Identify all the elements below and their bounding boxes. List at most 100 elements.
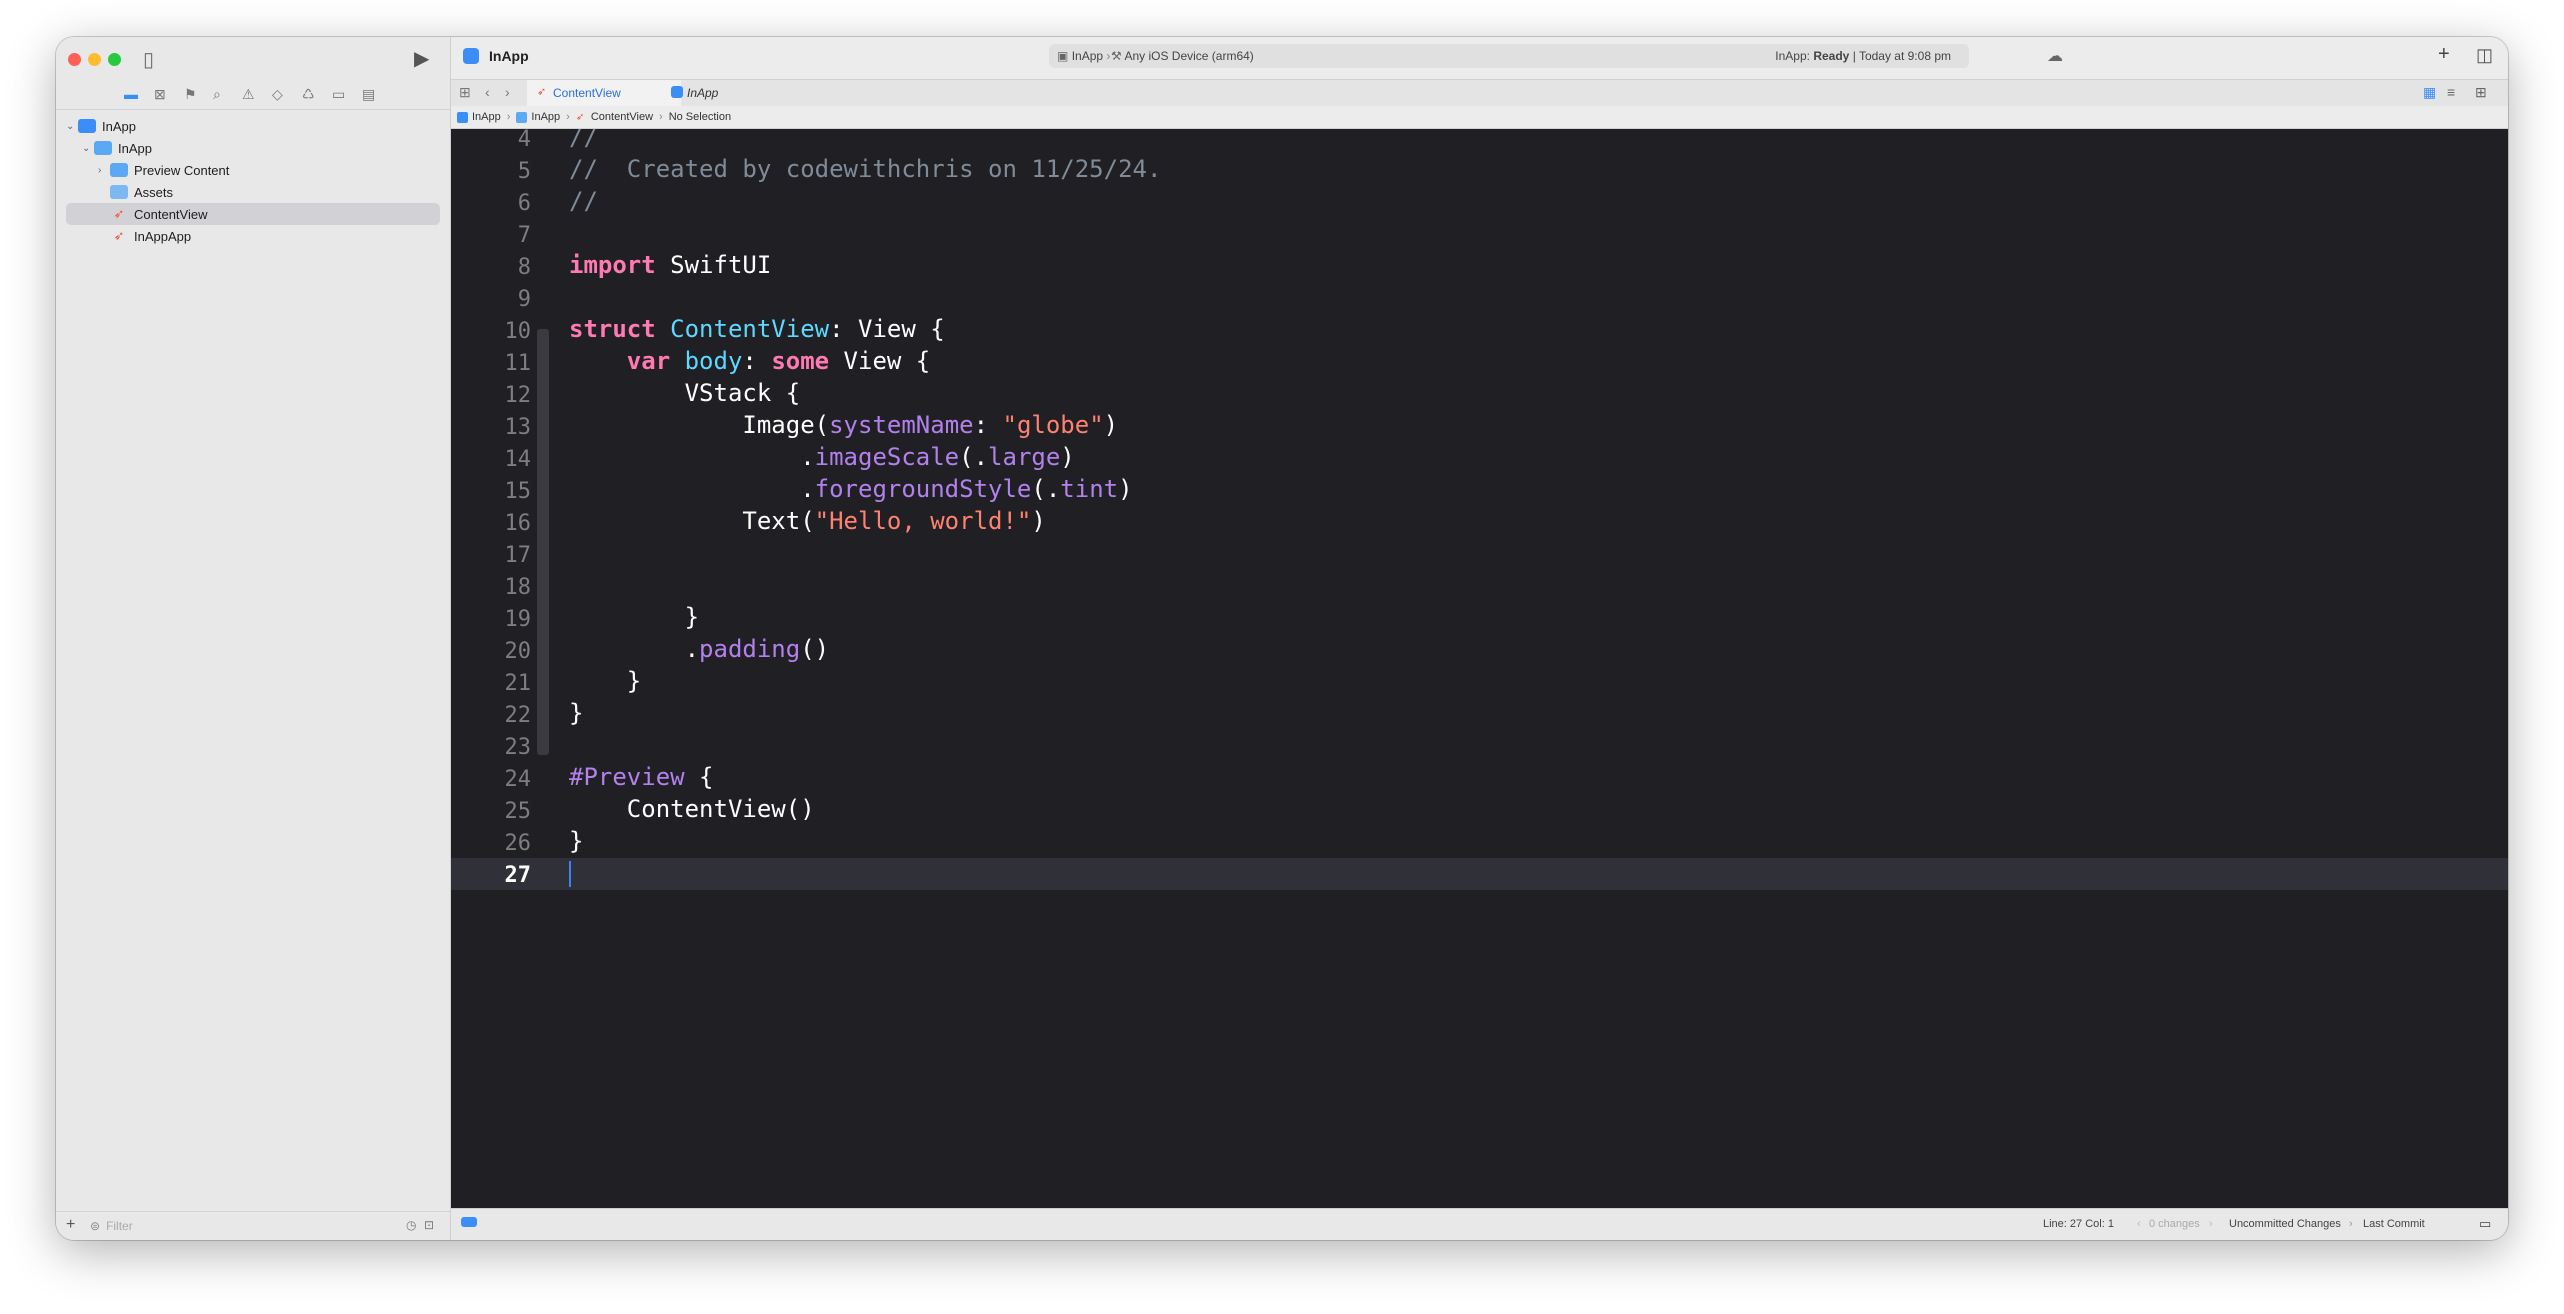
project-icon (457, 111, 468, 123)
code-token: : (973, 411, 1003, 439)
library-plus-icon[interactable]: + (2438, 43, 2450, 66)
app-icon (463, 48, 479, 64)
grid-icon[interactable]: ⊞ (459, 84, 471, 101)
source-control-filter-icon[interactable]: ⊡ (424, 1218, 434, 1232)
breakpoint-navigator-icon[interactable]: ▭ (332, 86, 345, 103)
code-token: // Created by codewithchris on 11/25/24. (569, 155, 1162, 183)
tree-item-inappapp[interactable]: ➶ InAppApp (110, 225, 192, 247)
debug-navigator-icon[interactable]: ♺ (302, 86, 315, 103)
code-token: var (626, 347, 671, 375)
breadcrumb-item[interactable]: No Selection (669, 111, 731, 123)
tree-item-contentview[interactable]: ➶ ContentView (66, 203, 440, 225)
line-number-gutter: 4 5 6 7 8 9 10 11 12 13 14 15 16 17 18 19 20 21 22 23 24 25 26… (451, 129, 532, 1209)
chevron-down-icon[interactable]: ⌄ (82, 143, 94, 154)
line-number: 20 (504, 639, 532, 664)
tree-item-label: InAppApp (134, 228, 192, 244)
code-folding-ribbon[interactable] (537, 329, 549, 755)
editor-options-icon[interactable]: ▦ (2423, 84, 2436, 101)
add-editor-icon[interactable]: ⊞ (2475, 84, 2487, 101)
line-number: 4 (517, 129, 531, 152)
close-window-button[interactable] (68, 53, 81, 66)
add-file-icon[interactable]: + (66, 1216, 75, 1234)
toolbar: InApp ▣ InApp › ⚒ Any iOS Device (arm64)… (451, 37, 2508, 79)
code-token: ) (1031, 507, 1046, 535)
changes-nav-next-icon[interactable]: › (2209, 1218, 2213, 1230)
code-line: var body: some View { (569, 347, 930, 375)
back-arrow-icon[interactable]: ‹ (485, 84, 490, 100)
line-number: 12 (504, 383, 532, 408)
sidebar-toggle-icon[interactable]: ▯ (143, 47, 154, 72)
line-number: 22 (504, 703, 532, 728)
issue-navigator-icon[interactable]: ⚠ (242, 86, 255, 103)
code-token: } (569, 827, 584, 855)
debug-area-toggle-icon[interactable] (461, 1217, 477, 1227)
zoom-window-button[interactable] (108, 53, 121, 66)
filter-options-icon[interactable]: ⊜ (90, 1219, 100, 1233)
tree-item-assets[interactable]: Assets (110, 181, 173, 203)
source-control-navigator-icon[interactable]: ⊠ (154, 86, 166, 103)
line-number: 7 (517, 223, 531, 248)
chevron-right-icon[interactable]: › (98, 165, 110, 176)
code-editor[interactable]: 4 5 6 7 8 9 10 11 12 13 14 15 16 17 18 19 20 21 22 23 24 25 26… (451, 129, 2508, 1209)
lines-icon[interactable]: ≡ (2447, 84, 2455, 100)
find-navigator-icon[interactable]: ⌕ (213, 86, 221, 103)
uncommitted-changes-button[interactable]: Uncommitted Changes (2229, 1218, 2341, 1230)
code-line: } (569, 667, 641, 695)
code-token: ContentView() (569, 795, 815, 823)
swift-file-icon: ➶ (113, 228, 125, 243)
tree-item-label: ContentView (134, 206, 208, 222)
code-token: ) (1118, 475, 1133, 503)
project-navigator-icon[interactable]: ▬ (124, 86, 138, 102)
code-token: Image( (569, 411, 830, 439)
chevron-right-icon: › (566, 111, 570, 123)
code-token: ContentView (670, 315, 830, 343)
code-token: padding (699, 635, 801, 663)
code-line: VStack { (569, 379, 801, 407)
destination-label: Any iOS Device (arm64) (1124, 49, 1254, 63)
line-number: 26 (504, 831, 532, 856)
code-token: Text( (569, 507, 815, 535)
tree-item-project[interactable]: ⌄ InApp (66, 115, 136, 137)
destination-selector[interactable]: ⚒ Any iOS Device (arm64) (1111, 49, 1254, 63)
chevron-right-icon: › (659, 111, 663, 123)
cursor-position: Line: 27 Col: 1 (2043, 1218, 2114, 1230)
cloud-status-icon[interactable]: ☁ (2047, 46, 2063, 66)
test-navigator-icon[interactable]: ◇ (272, 86, 283, 103)
code-token: ) (1060, 443, 1075, 471)
line-number: 23 (504, 735, 532, 760)
code-line: } (569, 699, 583, 727)
tab-inapp[interactable]: InApp (661, 80, 777, 106)
changes-nav-prev-icon[interactable]: ‹ (2137, 1218, 2141, 1230)
inspector-toggle-icon[interactable]: ◫ (2476, 45, 2493, 66)
tree-item-group[interactable]: ⌄ InApp (82, 137, 152, 159)
tree-item-label: Assets (134, 184, 174, 200)
minimize-window-button[interactable] (88, 53, 101, 66)
tree-item-preview-content[interactable]: › Preview Content (98, 159, 229, 181)
last-commit-button[interactable]: Last Commit (2363, 1218, 2425, 1230)
run-icon[interactable]: ▶ (414, 46, 429, 71)
chevron-down-icon[interactable]: ⌄ (66, 121, 78, 132)
scheme-and-status-bar[interactable]: ▣ InApp › ⚒ Any iOS Device (arm64) InApp… (1049, 44, 1969, 68)
report-navigator-icon[interactable]: ▤ (362, 86, 375, 103)
code-token: "globe" (1002, 411, 1104, 439)
forward-arrow-icon[interactable]: › (505, 84, 510, 100)
line-number: 24 (504, 767, 532, 792)
breadcrumb-item[interactable]: InApp › (457, 111, 510, 123)
bookmark-navigator-icon[interactable]: ⚑ (184, 86, 197, 103)
breadcrumb-item[interactable]: ➶ ContentView › (576, 111, 663, 123)
tab-label: InApp (687, 86, 719, 100)
code-token: } (569, 699, 584, 727)
code-token: tint (1060, 475, 1119, 503)
code-line: #Preview { (569, 763, 714, 791)
code-line: struct ContentView: View { (569, 315, 945, 343)
code-line: .foregroundStyle(.tint) (569, 475, 1133, 503)
recent-files-icon[interactable]: ◷ (406, 1218, 416, 1232)
filter-input[interactable]: ⊜ Filter (90, 1217, 390, 1234)
tab-contentview[interactable]: ➶ ContentView (527, 80, 681, 106)
layout-toggle-icon[interactable]: ▭ (2479, 1216, 2491, 1232)
editor-tab-bar: ⊞ ‹ › ➶ ContentView InApp ▦ ≡ ⊞ (451, 79, 2508, 107)
code-line: .padding() (569, 635, 830, 663)
breadcrumb-item[interactable]: InApp › (516, 111, 570, 123)
scheme-selector[interactable]: ▣ InApp › (1057, 49, 1110, 63)
